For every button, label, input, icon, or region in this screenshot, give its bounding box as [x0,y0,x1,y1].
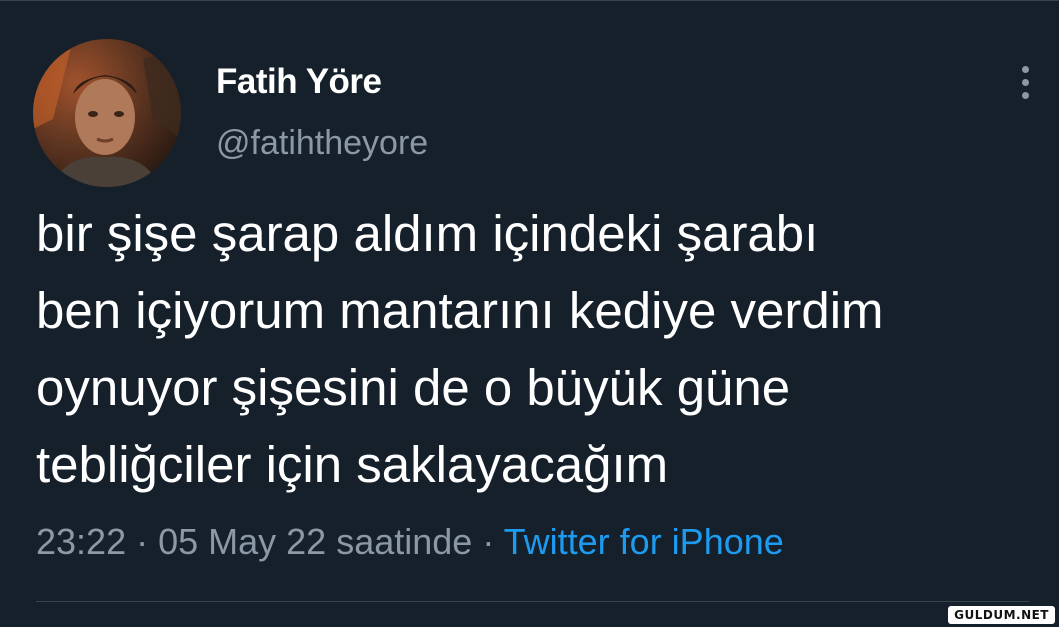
more-vertical-icon-dot [1021,91,1029,99]
display-name[interactable]: Fatih Yöre [216,62,382,102]
meta-separator: · [472,521,504,562]
bottom-divider [36,601,1030,602]
meta-separator: · [126,521,159,562]
top-divider [0,0,1059,1]
tweet-text: bir şişe şarap aldım içindeki şarabı ben… [36,205,884,493]
tweet-date[interactable]: 05 May 22 saatinde [158,521,472,562]
more-vertical-icon [1021,65,1029,73]
avatar[interactable] [33,39,181,187]
more-vertical-icon-dot [1021,78,1029,86]
tweet-source-link[interactable]: Twitter for iPhone [504,521,784,562]
more-options-button[interactable] [1008,58,1042,106]
tweet-time[interactable]: 23:22 [36,521,126,562]
watermark: GULDUM.NET [948,606,1055,624]
tweet-screenshot: Fatih Yöre @fatihtheyore bir şişe şarap … [0,0,1059,627]
tweet-meta: 23:22 · 05 May 22 saatinde · Twitter for… [36,521,784,563]
user-handle[interactable]: @fatihtheyore [216,124,428,163]
